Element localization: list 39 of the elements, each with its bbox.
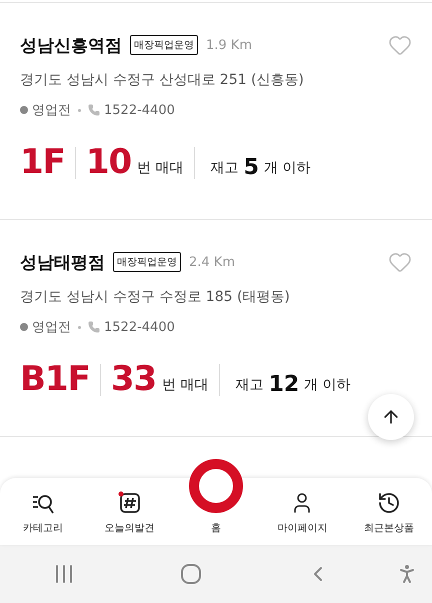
stock-label: 재고 xyxy=(236,376,264,394)
status-dot-icon xyxy=(20,323,28,331)
history-icon xyxy=(376,491,401,515)
favorite-button[interactable] xyxy=(388,250,412,274)
stock-count: 12 xyxy=(268,374,300,396)
phone-number: 1522-4400 xyxy=(104,102,175,118)
nav-item[interactable]: 오늘의발견 xyxy=(86,478,173,545)
nav-item[interactable]: 최근본상품 xyxy=(346,478,432,545)
store-name: 성남신흥역점 xyxy=(20,34,122,56)
floor: 1F xyxy=(20,145,65,179)
nav-item[interactable]: 마이페이지 xyxy=(259,478,346,545)
favorite-button[interactable] xyxy=(388,33,412,57)
phone-icon xyxy=(88,104,100,116)
distance: 1.9 Km xyxy=(206,38,252,52)
hashtag-icon xyxy=(118,491,142,515)
stock-unit: 개 이하 xyxy=(304,376,351,394)
shelf-unit: 번 매대 xyxy=(162,376,209,394)
shelf-number: 10 xyxy=(86,145,132,179)
stock-unit: 개 이하 xyxy=(264,159,310,177)
shelf-number: 33 xyxy=(110,362,156,396)
stock-label: 재고 xyxy=(210,159,239,177)
nav-item[interactable]: 카테고리 xyxy=(0,478,86,545)
pickup-tag: 매장픽업운영 xyxy=(130,35,198,55)
store-address: 경기도 성남시 수정구 산성대로 251 (신흥동) xyxy=(20,71,305,89)
floor: B1F xyxy=(20,362,90,396)
distance: 2.4 Km xyxy=(189,254,235,270)
shelf-unit: 번 매대 xyxy=(137,159,184,177)
store-address: 경기도 성남시 수정구 수정로 185 (태평동) xyxy=(20,288,291,306)
stock-count: 5 xyxy=(244,157,259,179)
store-name: 성남태평점 xyxy=(20,252,105,274)
pickup-tag: 매장픽업운영 xyxy=(113,252,181,272)
phone-number: 1522-4400 xyxy=(104,320,175,334)
phone-icon xyxy=(88,321,100,333)
store-status: 영업전 xyxy=(32,319,71,336)
home-icon[interactable] xyxy=(180,564,201,584)
status-dot-icon xyxy=(20,106,28,114)
nav-item[interactable]: 홈 xyxy=(172,458,260,545)
store-status: 영업전 xyxy=(32,102,71,119)
scroll-top-button[interactable] xyxy=(368,394,414,440)
